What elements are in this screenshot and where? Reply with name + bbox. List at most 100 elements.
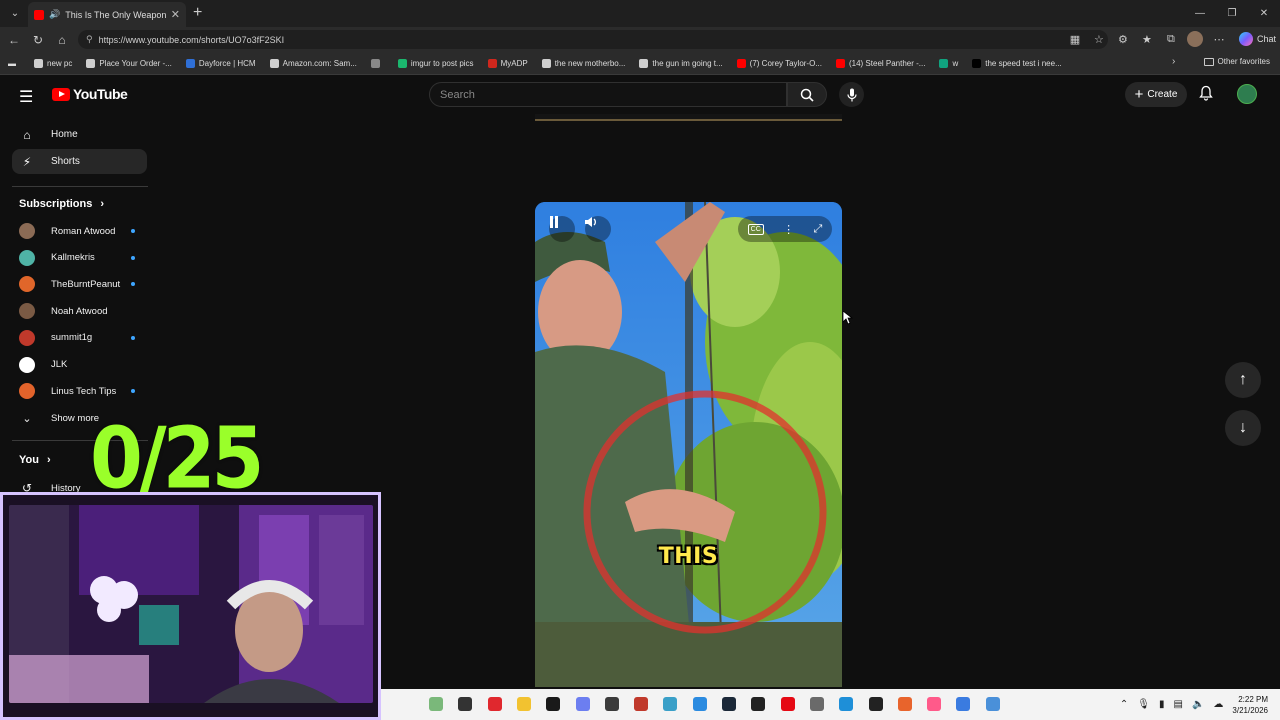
file-explorer-icon[interactable] (458, 697, 473, 711)
previous-short-button[interactable]: ↑ (1225, 362, 1261, 398)
app-icon[interactable] (429, 697, 443, 711)
url-bar[interactable]: ⚲ https://www.youtube.com/shorts/UO7o3fF… (78, 30, 1108, 49)
voice-search-button[interactable] (839, 82, 864, 107)
battery-icon[interactable]: ▮ (1159, 699, 1165, 710)
app-icon[interactable] (692, 697, 707, 711)
bookmark-item[interactable]: the new motherbo... (541, 58, 625, 68)
app-icon[interactable] (546, 697, 561, 711)
bookmark-item[interactable]: Dayforce | HCM (185, 58, 256, 68)
opera-icon[interactable] (487, 697, 502, 711)
bookmark-favicon-icon (185, 58, 195, 68)
profile-avatar[interactable] (1186, 31, 1203, 47)
extensions-icon[interactable]: ⚙ (1115, 30, 1131, 48)
bookmark-item[interactable]: new pc (34, 58, 73, 68)
cloud-icon[interactable]: ☁ (1213, 699, 1223, 710)
app-icon[interactable] (809, 697, 824, 711)
subscription-item[interactable]: Kallmekris (19, 248, 144, 268)
bookmark-item[interactable]: imgur to post pics (397, 58, 474, 68)
refresh-button[interactable]: ↻ (26, 28, 50, 52)
pause-button[interactable] (549, 216, 575, 242)
network-icon[interactable]: ▤ (1174, 699, 1183, 710)
subscription-item[interactable]: JLK (19, 355, 144, 375)
subscription-item[interactable]: Linus Tech Tips (19, 381, 144, 401)
system-clock[interactable]: 2:22 PM 3/21/2026 (1232, 694, 1268, 716)
video-frame (535, 202, 842, 687)
microphone-tray-icon[interactable]: 🎙 (1137, 699, 1150, 710)
close-window-button[interactable]: ✕ (1248, 0, 1280, 27)
app-icon[interactable] (985, 697, 1000, 711)
notifications-bell-icon[interactable] (1199, 85, 1213, 104)
subscription-item[interactable]: summit1g (19, 328, 144, 348)
collections-icon[interactable]: ⧉ (1163, 30, 1179, 48)
app-icon[interactable] (897, 697, 912, 711)
shorts-player[interactable]: CC ⋮ ⤢ THIS (535, 202, 842, 687)
bookmark-favicon-icon (34, 58, 43, 68)
bookmark-item[interactable]: the gun im going t... (639, 58, 723, 68)
app-icon[interactable] (604, 697, 619, 711)
other-favorites[interactable]: Other favorites (1203, 57, 1270, 66)
bookmark-item[interactable]: Place Your Order -... (86, 58, 172, 68)
bookmark-label: Dayforce | HCM (198, 58, 256, 68)
next-short-button[interactable]: ↓ (1225, 410, 1261, 446)
closed-captions-icon[interactable]: CC (747, 223, 764, 235)
sidebar-item-home[interactable]: ⌂ Home (12, 122, 147, 147)
fullscreen-icon[interactable]: ⤢ (813, 223, 822, 236)
guide-menu-icon[interactable]: ☰ (19, 87, 33, 107)
subscriptions-heading[interactable]: Subscriptions › (19, 198, 104, 210)
app-icon[interactable] (751, 697, 766, 711)
create-button[interactable]: + Create (1125, 82, 1187, 107)
bookmark-label: w (952, 58, 959, 68)
sidebar-toggle-icon[interactable]: ▬ (8, 59, 16, 68)
more-menu-icon[interactable]: ⋯ (1211, 30, 1227, 48)
app-available-icon[interactable]: ▦ (1067, 30, 1083, 48)
close-tab-icon[interactable]: ✕ (171, 8, 180, 21)
youtube-logo[interactable]: YouTube (52, 86, 128, 102)
youtube-wordmark: YouTube (73, 86, 128, 102)
bookmark-item[interactable]: w (939, 58, 959, 68)
app-icon[interactable] (634, 697, 649, 711)
account-avatar[interactable] (1237, 84, 1257, 104)
app-icon[interactable] (956, 697, 971, 711)
netflix-icon[interactable] (780, 697, 795, 711)
other-favorites-label: Other favorites (1217, 57, 1270, 66)
bookmark-item[interactable]: (14) Steel Panther -... (835, 58, 925, 68)
app-icon[interactable] (927, 697, 942, 711)
bookmark-item[interactable]: the speed test i nee... (972, 58, 1062, 68)
copilot-button[interactable]: Chat (1238, 32, 1276, 46)
bookmark-item[interactable]: MyADP (487, 58, 528, 68)
sidebar-item-shorts[interactable]: ⚡ Shorts (12, 149, 147, 174)
edge-icon[interactable] (839, 697, 854, 711)
minimize-button[interactable]: — (1184, 0, 1216, 27)
tab-actions-menu[interactable]: ⌄ (4, 4, 26, 24)
new-tab-button[interactable]: + (193, 4, 202, 22)
bookmark-item[interactable] (370, 58, 384, 68)
bookmarks-overflow-chevron-icon[interactable]: › (1172, 56, 1175, 67)
folder-icon[interactable] (516, 697, 531, 711)
bookmark-label: new pc (47, 58, 73, 68)
webcam-overlay (0, 492, 381, 720)
browser-tab-active[interactable]: 🔊 This Is The Only Weapon In H ✕ (28, 2, 186, 27)
search-button[interactable] (787, 82, 827, 107)
subscription-item[interactable]: TheBurntPeanut (19, 274, 144, 294)
tray-overflow-chevron-icon[interactable]: ⌃ (1120, 699, 1128, 710)
site-info-icon[interactable]: ⚲ (86, 34, 93, 45)
home-button[interactable]: ⌂ (50, 28, 74, 52)
app-icon[interactable] (868, 697, 883, 711)
speaker-icon[interactable]: 🔊 (49, 9, 60, 20)
you-heading[interactable]: You › (19, 454, 51, 466)
bookmark-item[interactable]: (7) Corey Taylor-O... (736, 58, 822, 68)
subscription-item[interactable]: Noah Atwood (19, 301, 144, 321)
subscription-item[interactable]: Roman Atwood (19, 221, 144, 241)
back-button[interactable]: ← (2, 28, 26, 52)
search-input[interactable] (440, 88, 786, 101)
app-icon[interactable] (663, 697, 678, 711)
discord-icon[interactable] (575, 697, 590, 711)
favorites-icon[interactable]: ★ (1139, 30, 1155, 48)
bookmark-item[interactable]: Amazon.com: Sam... (269, 58, 357, 68)
volume-tray-icon[interactable]: 🔈 (1192, 699, 1204, 710)
volume-button[interactable] (585, 216, 611, 242)
more-options-icon[interactable]: ⋮ (783, 223, 794, 236)
steam-icon[interactable] (722, 697, 736, 711)
favorite-star-icon[interactable]: ☆ (1091, 30, 1107, 48)
restore-button[interactable]: ❐ (1216, 0, 1248, 27)
